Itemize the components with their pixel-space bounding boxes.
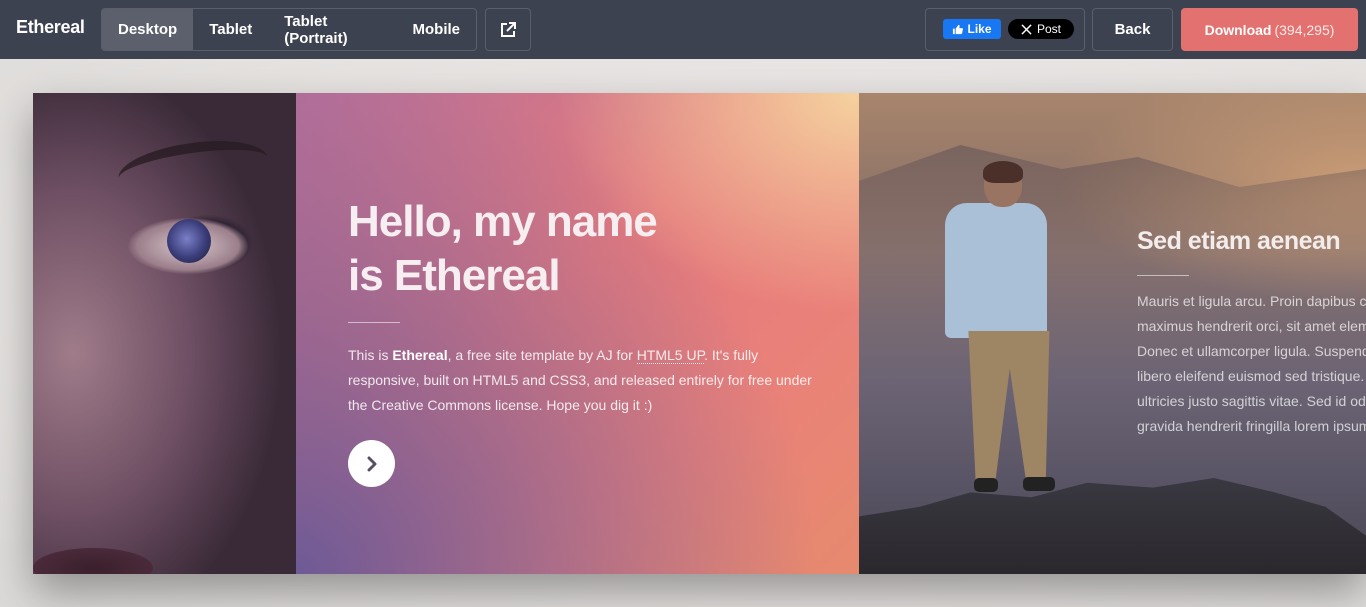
chevron-right-icon [367, 456, 376, 471]
intro-paragraph: This is Ethereal, a free site template b… [348, 343, 818, 418]
preview-panel: Hello, my name is Ethereal This is Ether… [33, 93, 1366, 574]
hiker-pants [968, 331, 1050, 481]
download-label: Download [1204, 21, 1272, 38]
hiker-shirt [945, 203, 1047, 338]
top-bar: Ethereal Desktop Tablet Tablet (Portrait… [0, 0, 1366, 59]
download-count: (394,295) [1274, 21, 1335, 38]
intro-text-1: This is [348, 347, 393, 363]
device-tablet-button[interactable]: Tablet [193, 9, 268, 50]
hiker-shoe-left [974, 478, 998, 492]
intro-text-2: , a free site template by AJ for [447, 347, 637, 363]
download-button[interactable]: Download (394,295) [1181, 8, 1358, 51]
facebook-like-label: Like [967, 22, 992, 36]
next-button[interactable] [348, 440, 395, 487]
section-divider [1137, 275, 1189, 276]
social-buttons: Like Post [925, 8, 1085, 51]
facebook-like-button[interactable]: Like [943, 19, 1001, 39]
x-logo-icon [1021, 23, 1032, 35]
external-link-icon [501, 21, 516, 37]
face-lips [33, 548, 153, 574]
section-line: maximus hendrerit orci, sit amet elem [1137, 318, 1366, 334]
section-line: libero eleifend euismod sed tristique. ( [1137, 368, 1366, 384]
rock-summit [859, 478, 1366, 574]
section-line: gravida hendrerit fringilla lorem ipsum [1137, 418, 1366, 434]
section-title: Sed etiam aenean [1137, 227, 1341, 255]
hiker-hair [983, 161, 1023, 183]
open-external-button[interactable] [485, 8, 531, 51]
device-tablet-portrait-button[interactable]: Tablet (Portrait) [268, 9, 396, 50]
section-paragraph: Mauris et ligula arcu. Proin dapibus co … [1137, 289, 1366, 439]
device-desktop-button[interactable]: Desktop [102, 9, 194, 50]
x-post-button[interactable]: Post [1008, 19, 1074, 39]
brand-title: Ethereal [16, 17, 85, 37]
face-iris [167, 219, 211, 263]
section-line: ultricies justo sagittis vitae. Sed id o… [1137, 393, 1366, 409]
facebook-thumb-icon [953, 24, 964, 34]
intro-title: Hello, my name is Ethereal [348, 195, 768, 303]
x-post-label: Post [1036, 22, 1061, 36]
template-preview: Hello, my name is Ethereal This is Ether… [0, 59, 1366, 607]
intro-title-line-1: Hello, my name [348, 197, 658, 246]
intro-text-bold: Ethereal [392, 347, 448, 363]
section-line: Donec et ullamcorper ligula. Suspendi [1137, 343, 1366, 359]
face-photo [33, 93, 296, 574]
face-eyebrow [115, 132, 271, 204]
intro-divider [348, 322, 400, 323]
device-switcher: Desktop Tablet Tablet (Portrait) Mobile [101, 8, 477, 51]
hiker-section: Sed etiam aenean Mauris et ligula arcu. … [859, 93, 1366, 574]
intro-title-line-2: is Ethereal [348, 251, 561, 300]
intro-section: Hello, my name is Ethereal This is Ether… [296, 93, 859, 574]
device-mobile-button[interactable]: Mobile [397, 9, 477, 50]
section-line: Mauris et ligula arcu. Proin dapibus co [1137, 293, 1366, 309]
back-button[interactable]: Back [1092, 8, 1173, 51]
html5up-link[interactable]: HTML5 UP [636, 347, 705, 364]
hiker-shoe-right [1023, 477, 1055, 491]
